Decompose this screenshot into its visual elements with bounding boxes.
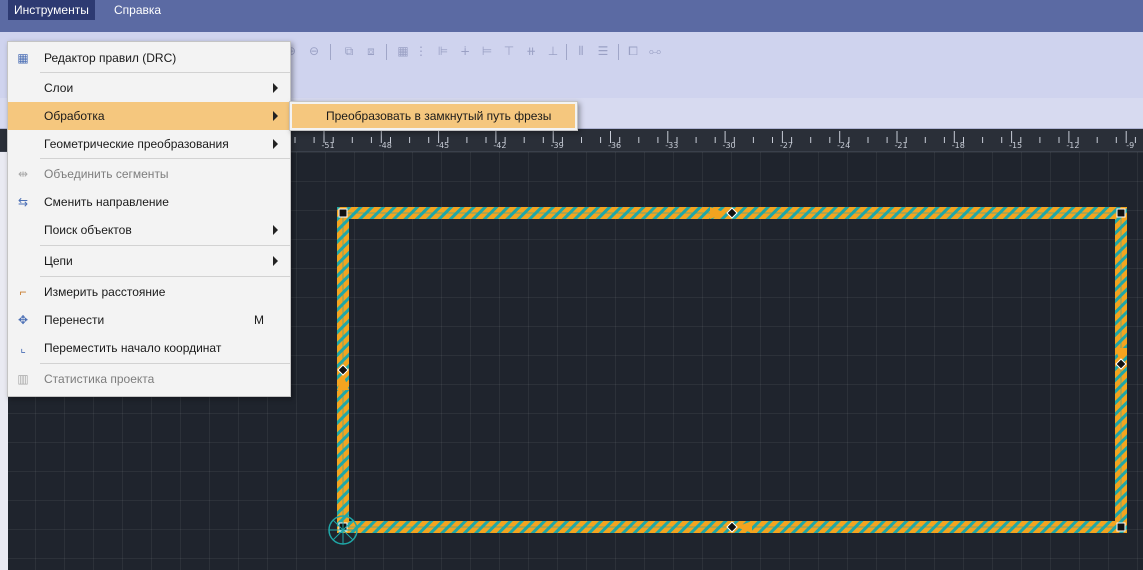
menu-separator (40, 72, 290, 73)
menu-item-label: Редактор правил (DRC) (44, 51, 177, 65)
merge-segments-icon: ⇹ (17, 167, 29, 181)
menu-separator (40, 245, 290, 246)
menu-item-label: Объединить сегменты (44, 167, 169, 181)
menu-item-label: Слои (44, 81, 74, 95)
menu-separator (40, 276, 290, 277)
submenu-arrow-icon (273, 256, 278, 266)
origin-marker-icon (328, 515, 358, 545)
menu-item-label: Статистика проекта (44, 372, 155, 386)
submenu-arrow-icon (273, 225, 278, 235)
menu-item-geometric-transforms[interactable]: Геометрические преобразования (8, 130, 290, 158)
submenu-item-label: Преобразовать в замкнутый путь фрезы (326, 109, 552, 123)
menu-item-label: Переместить начало координат (44, 341, 222, 355)
origin-icon: ⌞ (20, 341, 26, 355)
statistics-icon: ▥ (17, 372, 29, 386)
submenu-arrow-icon (273, 139, 278, 149)
menu-item-label: Перенести (44, 313, 105, 327)
mill-path-outline (342, 212, 1122, 528)
ruler-measure-icon: ⌐ (19, 285, 27, 299)
menu-separator (40, 363, 290, 364)
submenu-item-convert-to-mill-path[interactable]: Преобразовать в замкнутый путь фрезы (292, 104, 575, 128)
menu-item-move-origin[interactable]: ⌞ Переместить начало координат (8, 334, 290, 362)
menu-item-label: Измерить расстояние (44, 285, 166, 299)
move-icon: ✥ (17, 313, 29, 327)
drc-table-icon: ▦ (17, 51, 29, 65)
submenu-arrow-icon (273, 83, 278, 93)
menu-item-shortcut: M (254, 313, 264, 327)
menu-separator (40, 158, 290, 159)
corner-handle[interactable] (1116, 208, 1126, 218)
reverse-direction-icon: ⇆ (17, 195, 29, 209)
menu-item-measure-distance[interactable]: ⌐ Измерить расстояние (8, 278, 290, 306)
menu-item-drc-editor[interactable]: ▦ Редактор правил (DRC) (8, 44, 290, 72)
menu-item-move[interactable]: ✥ Перенести M (8, 306, 290, 334)
menu-item-reverse-direction[interactable]: ⇆ Сменить направление (8, 188, 290, 216)
menu-item-label: Поиск объектов (44, 223, 132, 237)
mill-path-stripes (337, 207, 1127, 533)
processing-submenu: Преобразовать в замкнутый путь фрезы (289, 101, 578, 131)
menu-item-merge-segments: ⇹ Объединить сегменты (8, 160, 290, 188)
tools-dropdown-menu: ▦ Редактор правил (DRC) Слои Обработка Г… (7, 41, 291, 397)
menu-item-label: Сменить направление (44, 195, 169, 209)
menu-item-project-statistics: ▥ Статистика проекта (8, 365, 290, 393)
corner-handle[interactable] (1116, 522, 1126, 532)
menu-item-processing[interactable]: Обработка (8, 102, 290, 130)
menu-item-layers[interactable]: Слои (8, 74, 290, 102)
menu-item-label: Обработка (44, 109, 105, 123)
menu-item-label: Геометрические преобразования (44, 137, 229, 151)
menu-item-nets[interactable]: Цепи (8, 247, 290, 275)
menu-item-label: Цепи (44, 254, 73, 268)
submenu-arrow-icon (273, 111, 278, 121)
corner-handle[interactable] (338, 208, 348, 218)
menu-item-find-objects[interactable]: Поиск объектов (8, 216, 290, 244)
